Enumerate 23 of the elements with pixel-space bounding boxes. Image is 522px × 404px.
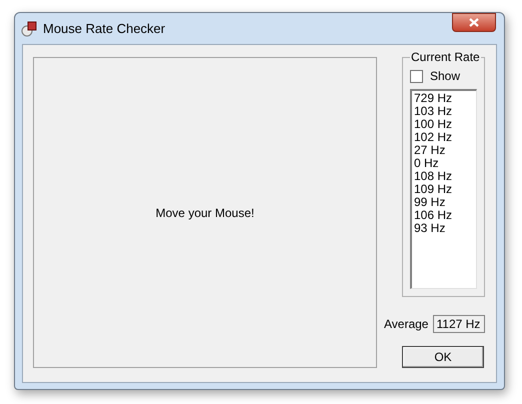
- rate-list[interactable]: 729 Hz 103 Hz 100 Hz 102 Hz 27 Hz 0 Hz 108 Hz 109 Hz 99 Hz 106 Hz 93 Hz: [410, 89, 477, 289]
- mouse-icon: [21, 20, 37, 36]
- rate-list-item[interactable]: 106 Hz: [414, 209, 474, 222]
- rate-list-item[interactable]: 109 Hz: [414, 183, 474, 196]
- show-checkbox[interactable]: Show: [410, 68, 477, 84]
- rate-list-item[interactable]: 729 Hz: [414, 92, 474, 105]
- rate-list-item[interactable]: 0 Hz: [414, 157, 474, 170]
- rate-list-item[interactable]: 108 Hz: [414, 170, 474, 183]
- rate-list-item[interactable]: 102 Hz: [414, 131, 474, 144]
- window-title: Mouse Rate Checker: [43, 20, 166, 38]
- rate-list-item[interactable]: 100 Hz: [414, 118, 474, 131]
- group-title: Current Rate: [410, 50, 481, 64]
- average-field: 1127 Hz: [433, 315, 485, 333]
- rate-list-item[interactable]: 99 Hz: [414, 196, 474, 209]
- rate-list-item[interactable]: 103 Hz: [414, 105, 474, 118]
- close-button[interactable]: [452, 13, 496, 32]
- ok-button[interactable]: OK: [402, 346, 484, 368]
- rate-list-item[interactable]: 27 Hz: [414, 144, 474, 157]
- close-icon: [469, 18, 479, 27]
- rate-list-item[interactable]: 93 Hz: [414, 222, 474, 235]
- move-mouse-message: Move your Mouse!: [156, 204, 254, 222]
- average-label: Average: [384, 316, 428, 333]
- mouse-area[interactable]: Move your Mouse!: [33, 57, 377, 368]
